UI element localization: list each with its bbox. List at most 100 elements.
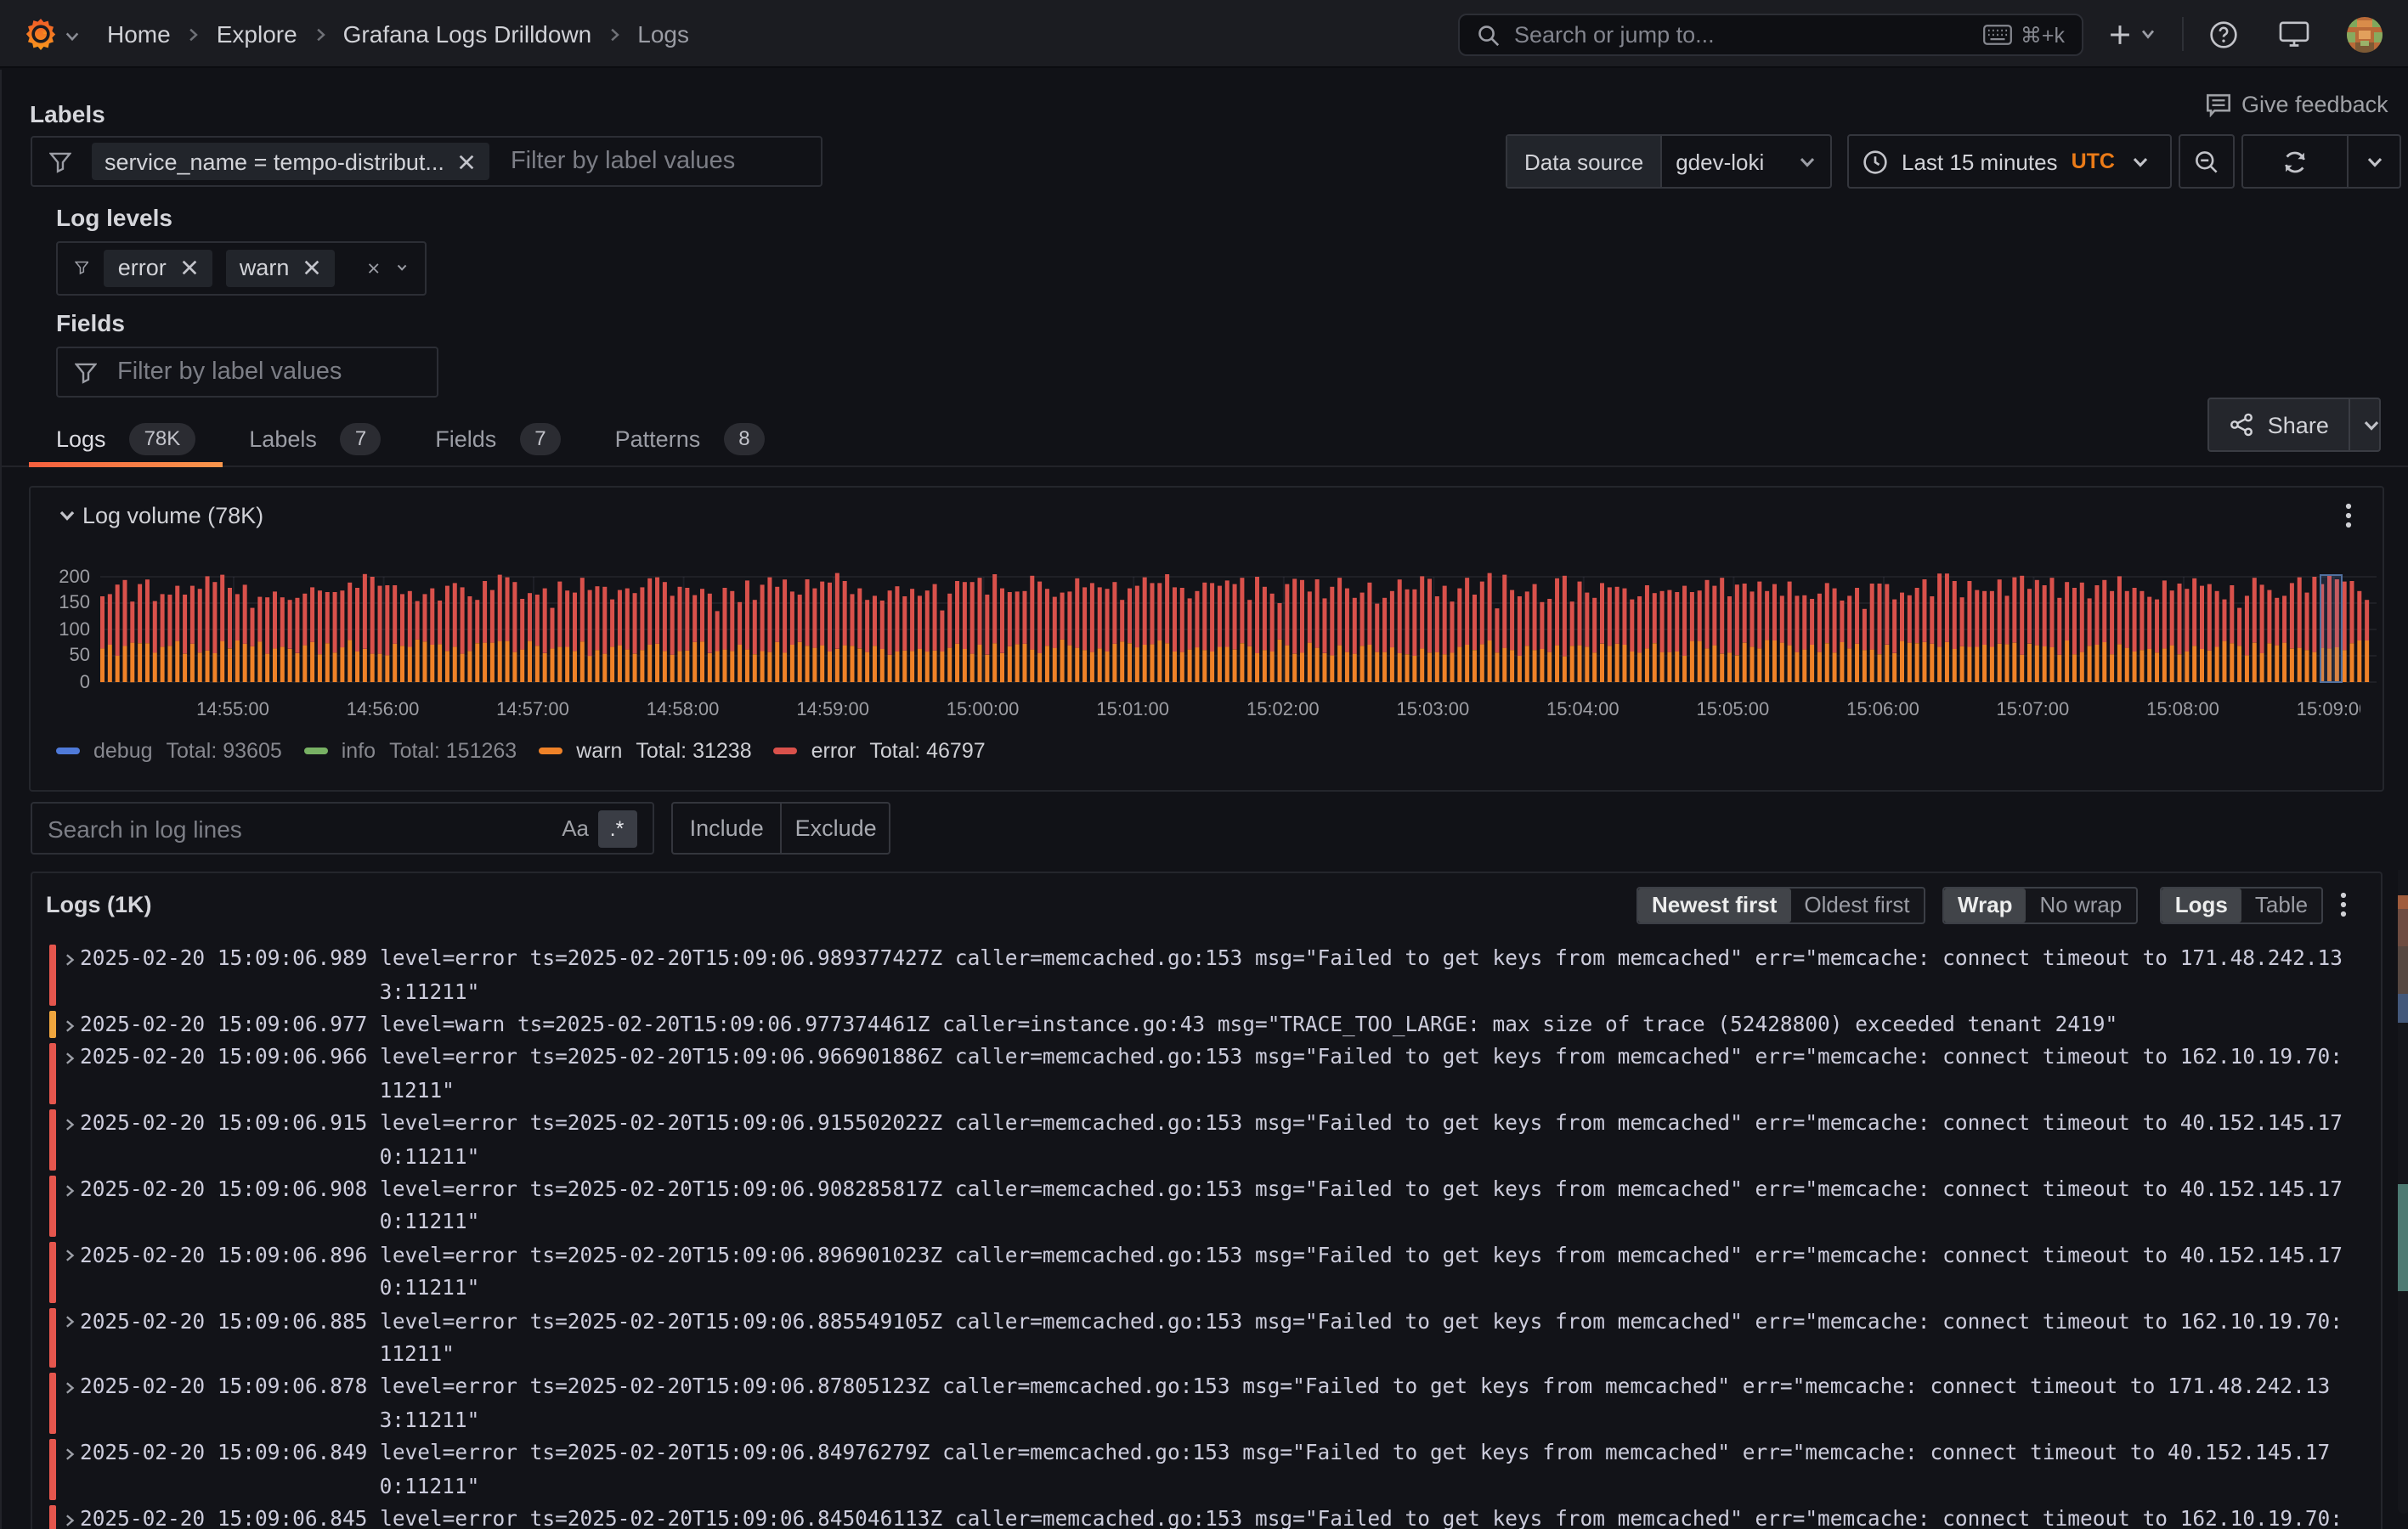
chevron-down-icon: [2139, 25, 2156, 42]
breadcrumb-item[interactable]: Logs: [637, 20, 689, 48]
log-visual-line: 2025-02-20 15:09:06.849 level=error ts=2…: [2, 1438, 2408, 1471]
grafana-logo[interactable]: [24, 17, 58, 51]
log-line-text: 2025-02-20 15:09:06.896 level=error ts=2…: [80, 1240, 2343, 1273]
x-axis-label: 15:09:00: [2297, 699, 2360, 719]
case-sensitive-button[interactable]: Aa: [562, 816, 589, 842]
close-icon[interactable]: [302, 258, 321, 277]
legend-item-info[interactable]: infoTotal: 151263: [304, 739, 517, 763]
org-switcher-chevron-icon[interactable]: [65, 28, 80, 43]
legend-item-debug[interactable]: debugTotal: 93605: [56, 739, 282, 763]
legend-color-pill: [56, 748, 80, 755]
tab-label: Labels: [249, 426, 317, 451]
exclude-button[interactable]: Exclude: [780, 804, 889, 854]
toggle-option-wrap[interactable]: Wrap: [1944, 888, 2026, 922]
avatar[interactable]: [2346, 16, 2382, 52]
log-row[interactable]: 2025-02-20 15:09:06.966 level=error ts=2…: [2, 1042, 2408, 1109]
legend-series-total: Total: 31238: [636, 739, 751, 763]
chart-x-axis: 14:55:0014:56:0014:57:0014:58:0014:59:00…: [30, 699, 2360, 723]
log-visual-line: 11211": [2, 1339, 2408, 1372]
tab-labels[interactable]: Labels7: [222, 411, 408, 465]
log-visual-line: 3:11211": [2, 976, 2408, 1009]
log-level-chip-error[interactable]: error: [105, 249, 212, 286]
x-axis-label: 14:56:00: [347, 699, 420, 719]
give-feedback-label: Give feedback: [2241, 92, 2388, 117]
log-row[interactable]: 2025-02-20 15:09:06.915 level=error ts=2…: [2, 1109, 2408, 1175]
legend-color-pill: [539, 748, 562, 755]
label-filter-chip[interactable]: service_name = tempo-distribut...: [91, 143, 490, 180]
clear-all-icon[interactable]: [367, 257, 380, 278]
log-row[interactable]: 2025-02-20 15:09:06.845 level=error ts=2…: [2, 1504, 2408, 1529]
filter-icon: [48, 150, 71, 172]
log-level-chip-warn[interactable]: warn: [226, 249, 336, 286]
monitor-icon: [2278, 20, 2309, 48]
breadcrumb-separator-icon: [313, 26, 328, 42]
log-row[interactable]: 2025-02-20 15:09:06.896 level=error ts=2…: [2, 1240, 2408, 1306]
new-button[interactable]: [2106, 21, 2156, 47]
include-button[interactable]: Include: [673, 804, 780, 854]
time-range-label: Last 15 minutes: [1902, 149, 2058, 174]
log-visual-line: 0:11211": [2, 1141, 2408, 1174]
refresh-icon: [2282, 149, 2308, 174]
regex-button[interactable]: .*: [597, 810, 636, 847]
nav-search-input[interactable]: Search or jump to... ⌘+k: [1458, 14, 2083, 56]
log-levels-filter[interactable]: error warn: [56, 240, 427, 295]
app-root: Home Explore Grafana Logs Drilldown Logs Se…: [0, 0, 2408, 1529]
tab-logs[interactable]: Logs78K: [29, 411, 222, 465]
log-line-text: 0:11211": [380, 1470, 480, 1504]
share-dropdown[interactable]: [2349, 399, 2394, 450]
zoom-out-button[interactable]: [2179, 134, 2235, 189]
log-row[interactable]: 2025-02-20 15:09:06.908 level=error ts=2…: [2, 1174, 2408, 1240]
scroll-minimap[interactable]: [2397, 870, 2408, 1514]
log-line-text: 2025-02-20 15:09:06.908 level=error ts=2…: [80, 1174, 2343, 1207]
breadcrumb-item[interactable]: Home: [107, 20, 171, 48]
log-line-text: 3:11211": [380, 1405, 480, 1438]
datasource-picker[interactable]: Data source gdev-loki: [1506, 134, 1832, 189]
toggle-option-no-wrap[interactable]: No wrap: [2026, 888, 2136, 922]
breadcrumb-item[interactable]: Grafana Logs Drilldown: [343, 20, 592, 48]
monitor-button[interactable]: [2278, 20, 2309, 48]
legend-series-name: warn: [576, 739, 622, 763]
legend-item-error[interactable]: errorTotal: 46797: [774, 739, 986, 763]
log-line-text: 11211": [380, 1075, 455, 1109]
toggle-option-newest-first[interactable]: Newest first: [1638, 888, 1790, 922]
y-axis-label: 0: [80, 672, 90, 692]
log-search-input[interactable]: Search in log lines Aa .*: [30, 803, 653, 855]
refresh-button[interactable]: [2241, 134, 2401, 189]
log-visual-line: 2025-02-20 15:09:06.878 level=error ts=2…: [2, 1372, 2408, 1405]
legend-item-warn[interactable]: warn Total: 31238: [539, 739, 751, 763]
filter-icon: [75, 257, 89, 279]
y-axis-label: 200: [59, 567, 90, 587]
log-row[interactable]: 2025-02-20 15:09:06.989 level=error ts=2…: [2, 944, 2408, 1010]
log-row[interactable]: 2025-02-20 15:09:06.885 level=error ts=2…: [2, 1306, 2408, 1372]
refresh-interval-dropdown[interactable]: [2347, 136, 2400, 187]
log-level-chip-text: warn: [240, 255, 290, 280]
time-range-picker[interactable]: Last 15 minutes UTC: [1847, 134, 2172, 189]
close-icon[interactable]: [458, 152, 477, 171]
help-button[interactable]: [2208, 20, 2237, 48]
legend-series-name: info: [342, 739, 376, 763]
toggle-option-logs[interactable]: Logs: [2162, 888, 2241, 922]
log-row[interactable]: 2025-02-20 15:09:06.849 level=error ts=2…: [2, 1438, 2408, 1504]
fields-filter-input[interactable]: Filter by label values: [56, 347, 438, 398]
labels-section-title: Labels: [30, 100, 105, 127]
log-row[interactable]: 2025-02-20 15:09:06.977 level=warn ts=20…: [2, 1009, 2408, 1042]
logs-menu-button[interactable]: [2330, 891, 2357, 918]
give-feedback-button[interactable]: Give feedback: [2206, 92, 2388, 117]
x-axis-label: 15:08:00: [2146, 699, 2219, 719]
toggle-option-table[interactable]: Table: [2241, 888, 2321, 922]
tab-label: Fields: [435, 426, 496, 451]
share-button[interactable]: Share: [2208, 398, 2381, 452]
breadcrumb-item[interactable]: Explore: [217, 20, 297, 48]
tab-patterns[interactable]: Patterns8: [588, 411, 792, 465]
log-row[interactable]: 2025-02-20 15:09:06.878 level=error ts=2…: [2, 1372, 2408, 1438]
tab-fields[interactable]: Fields7: [408, 411, 587, 465]
chevron-down-icon[interactable]: [396, 258, 408, 277]
close-icon[interactable]: [180, 258, 199, 277]
x-axis-label: 15:06:00: [1846, 699, 1919, 719]
chevron-down-icon: [2132, 152, 2151, 171]
x-axis-label: 14:57:00: [496, 699, 569, 719]
toggle-option-oldest-first[interactable]: Oldest first: [1790, 888, 1923, 922]
log-visual-line: 11211": [2, 1075, 2408, 1109]
log-line-text: 0:11211": [380, 1141, 480, 1174]
labels-filter-input[interactable]: service_name = tempo-distribut... Filter…: [30, 136, 822, 187]
